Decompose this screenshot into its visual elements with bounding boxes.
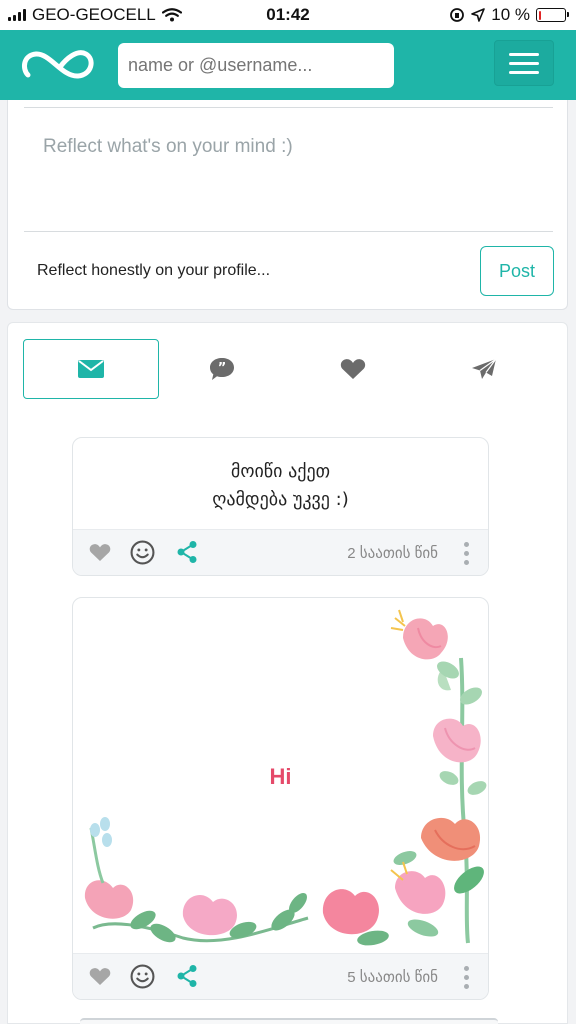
post-timestamp: 2 საათის წინ: [347, 545, 438, 562]
smiley-icon[interactable]: [130, 540, 155, 565]
more-options-icon[interactable]: [464, 542, 469, 565]
infinity-logo-icon[interactable]: [20, 45, 98, 85]
tab-likes[interactable]: [285, 339, 421, 399]
post-text-line: მოიწი აქეთ: [230, 461, 331, 482]
menu-button[interactable]: [494, 40, 554, 86]
search-input[interactable]: [118, 43, 394, 88]
app-header: [0, 30, 576, 100]
battery-percent: 10 %: [491, 5, 530, 24]
status-bar: GEO-GEOCELL 01:42 10 %: [0, 0, 576, 30]
heart-icon[interactable]: [89, 543, 111, 562]
post-button[interactable]: Post: [480, 246, 554, 296]
next-post-card-edge: [80, 1018, 498, 1024]
post-card[interactable]: მოიწი აქეთ ღამდება უკვე :) 2 საათის წინ: [72, 437, 489, 576]
composer-panel: Reflect what's on your mind :) Reflect h…: [7, 100, 568, 310]
share-icon[interactable]: [176, 540, 198, 564]
tab-sent[interactable]: [416, 339, 552, 399]
battery-icon: [536, 8, 569, 22]
orientation-lock-icon: [450, 8, 465, 22]
smiley-icon[interactable]: [130, 964, 155, 989]
post-body: Hi: [73, 598, 488, 955]
post-text: Hi: [269, 764, 292, 789]
post-timestamp: 5 საათის წინ: [347, 969, 438, 986]
divider: [24, 107, 553, 108]
post-footer: 2 საათის წინ: [73, 529, 488, 575]
tab-comments[interactable]: ”: [154, 339, 290, 399]
speech-bubble-icon: ”: [210, 358, 234, 380]
paper-plane-icon: [472, 358, 497, 379]
svg-text:”: ”: [218, 361, 227, 376]
location-icon: [471, 8, 486, 22]
envelope-icon: [78, 360, 104, 378]
heart-icon: [340, 359, 366, 379]
status-right: 10 %: [449, 5, 569, 25]
more-options-icon[interactable]: [464, 966, 469, 989]
heart-icon[interactable]: [89, 967, 111, 986]
feed-tabs: ”: [23, 339, 551, 401]
composer-hint: Reflect honestly on your profile...: [37, 262, 271, 279]
hamburger-menu-icon: [509, 52, 539, 56]
reflection-textarea[interactable]: Reflect what's on your mind :): [43, 136, 293, 158]
tab-messages[interactable]: [23, 339, 159, 399]
post-text-line: ღამდება უკვე :): [212, 489, 349, 510]
share-icon[interactable]: [176, 964, 198, 988]
post-footer: 5 საათის წინ: [73, 953, 488, 999]
post-body: მოიწი აქეთ ღამდება უკვე :): [73, 438, 488, 531]
post-card[interactable]: Hi 5 საათის წინ: [72, 597, 489, 1000]
post-text: მოიწი აქეთ ღამდება უკვე :): [73, 458, 488, 514]
divider: [24, 231, 553, 232]
